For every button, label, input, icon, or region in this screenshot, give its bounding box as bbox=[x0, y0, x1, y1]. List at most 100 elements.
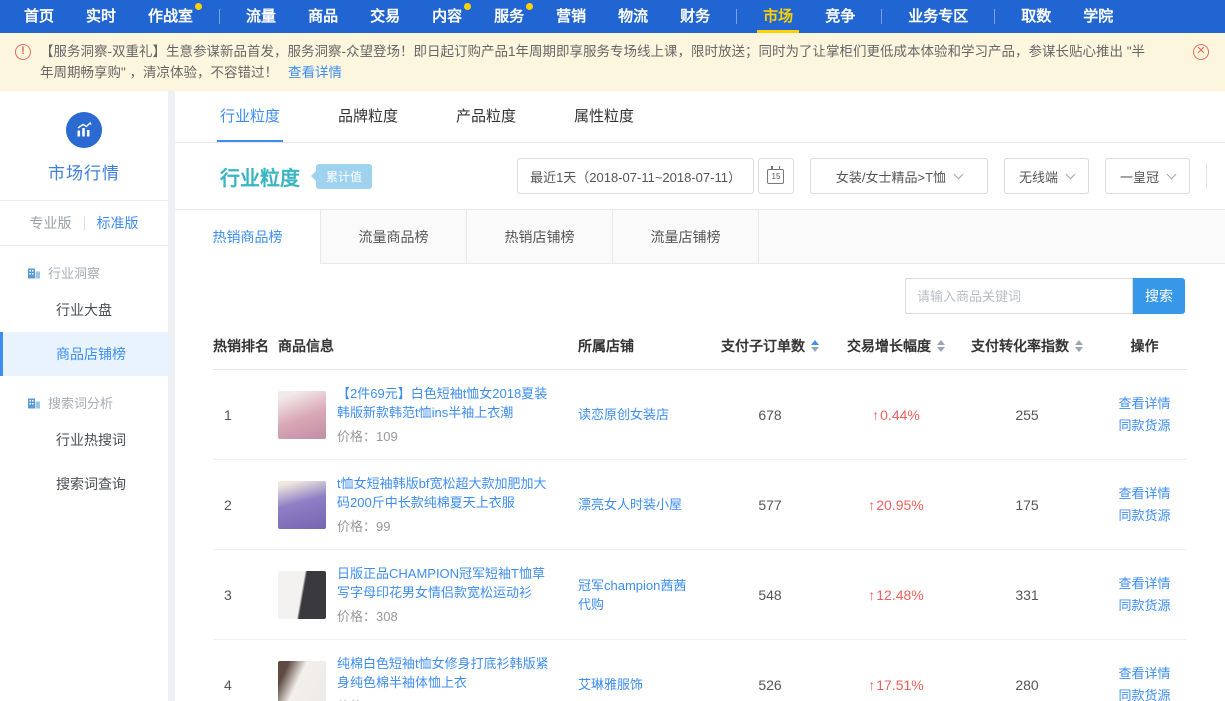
product-image[interactable] bbox=[278, 571, 326, 619]
view-detail-link[interactable]: 查看详情 bbox=[1102, 393, 1187, 415]
product-title-link[interactable]: 【2件69元】白色短袖t恤女2018夏装韩版新款韩范t恤ins半袖上衣潮 bbox=[337, 384, 553, 422]
sidebar-section-search-analysis: 搜索词分析 bbox=[0, 376, 168, 418]
tab-industry-granularity[interactable]: 行业粒度 bbox=[220, 91, 280, 142]
nav-item-home[interactable]: 首页 bbox=[8, 0, 70, 33]
warning-icon: ! bbox=[15, 44, 31, 60]
table-row: 3 日版正品CHAMPION冠军短袖T恤草写字母印花男女情侣款宽松运动衫 价格：… bbox=[213, 550, 1187, 640]
nav-item-label: 学院 bbox=[1083, 8, 1113, 25]
view-detail-link[interactable]: 查看详情 bbox=[1102, 573, 1187, 595]
table-row: 1 【2件69元】白色短袖t恤女2018夏装韩版新款韩范t恤ins半袖上衣潮 价… bbox=[213, 370, 1187, 460]
nav-item-war-room[interactable]: 作战室 bbox=[132, 0, 209, 33]
rank-value: 4 bbox=[213, 677, 278, 693]
col-header-orders[interactable]: 支付子订单数 bbox=[700, 336, 840, 356]
tab-hot-sale-shops[interactable]: 热销店铺榜 bbox=[467, 210, 613, 263]
product-image[interactable] bbox=[278, 481, 326, 529]
version-switcher: 专业版 标准版 bbox=[0, 201, 168, 246]
tab-product-granularity[interactable]: 产品粒度 bbox=[456, 91, 516, 142]
nav-item-label: 业务专区 bbox=[908, 8, 968, 25]
shop-link[interactable]: 漂亮女人时装小屋 bbox=[578, 495, 700, 514]
product-image[interactable] bbox=[278, 391, 326, 439]
sidebar-item-industry-overview[interactable]: 行业大盘 bbox=[0, 288, 168, 332]
sidebar-item-hot-search-words[interactable]: 行业热搜词 bbox=[0, 418, 168, 462]
col-header-product: 商品信息 bbox=[278, 336, 578, 356]
tab-brand-granularity[interactable]: 品牌粒度 bbox=[338, 91, 398, 142]
same-source-link[interactable]: 同款货源 bbox=[1102, 505, 1187, 527]
close-icon[interactable]: ✕ bbox=[1193, 44, 1209, 60]
nav-item-marketing[interactable]: 营销 bbox=[540, 0, 602, 33]
orders-value: 548 bbox=[700, 587, 840, 603]
tab-standard-version[interactable]: 标准版 bbox=[85, 213, 151, 233]
sort-icon[interactable] bbox=[811, 340, 819, 352]
nav-item-traffic[interactable]: 流量 bbox=[230, 0, 292, 33]
conversion-value: 280 bbox=[952, 677, 1102, 693]
col-header-growth[interactable]: 交易增长幅度 bbox=[840, 336, 952, 356]
date-range-label: 最近1天（2018-07-11~2018-07-11） bbox=[530, 167, 741, 186]
table-header: 热销排名 商品信息 所属店铺 支付子订单数 交易增长幅度 支付转化率指数 操作 bbox=[213, 326, 1187, 370]
up-arrow-icon: ↑ bbox=[868, 587, 875, 603]
notification-dot bbox=[464, 3, 471, 10]
same-source-link[interactable]: 同款货源 bbox=[1102, 595, 1187, 617]
search-input[interactable] bbox=[905, 278, 1133, 314]
nav-item-business-zone[interactable]: 业务专区 bbox=[892, 0, 984, 33]
tab-pro-version[interactable]: 专业版 bbox=[18, 213, 84, 233]
sidebar-item-label: 搜索词查询 bbox=[56, 476, 126, 492]
nav-item-realtime[interactable]: 实时 bbox=[70, 0, 132, 33]
banner-text: 【服务洞察-双重礼】生意参谋新品首发，服务洞察-众望登场！即日起订购产品1年周期… bbox=[40, 44, 1145, 80]
chevron-down-icon bbox=[1167, 169, 1177, 179]
nav-item-competition[interactable]: 竞争 bbox=[809, 0, 871, 33]
nav-item-market[interactable]: 市场 bbox=[747, 0, 809, 33]
nav-divider bbox=[994, 9, 995, 24]
orders-value: 678 bbox=[700, 407, 840, 423]
rank-value: 1 bbox=[213, 407, 278, 423]
shop-link[interactable]: 冠军champion茜茜代购 bbox=[578, 576, 700, 614]
row-actions: 查看详情 同款货源 bbox=[1102, 393, 1187, 437]
product-title-link[interactable]: t恤女短袖韩版bf宽松超大款加肥加大码200斤中长款纯棉夏天上衣服 bbox=[337, 474, 553, 512]
nav-divider bbox=[736, 9, 737, 24]
tab-hot-sale-products[interactable]: 热销商品榜 bbox=[175, 210, 321, 263]
category-dropdown[interactable]: 女装/女士精品>T恤 bbox=[810, 158, 988, 194]
sort-icon[interactable] bbox=[1075, 340, 1083, 352]
tab-attribute-granularity[interactable]: 属性粒度 bbox=[574, 91, 634, 142]
col-header-conversion[interactable]: 支付转化率指数 bbox=[952, 336, 1102, 356]
nav-item-label: 市场 bbox=[763, 8, 793, 25]
conversion-value: 255 bbox=[952, 407, 1102, 423]
nav-item-data-fetch[interactable]: 取数 bbox=[1005, 0, 1067, 33]
up-arrow-icon: ↑ bbox=[868, 677, 875, 693]
shop-level-dropdown[interactable]: 一皇冠 bbox=[1105, 158, 1190, 194]
shop-link[interactable]: 艾琳雅服饰 bbox=[578, 675, 700, 694]
shop-link[interactable]: 读恋原创女装店 bbox=[578, 405, 700, 424]
col-header-shop: 所属店铺 bbox=[578, 336, 700, 356]
sort-icon[interactable] bbox=[937, 340, 945, 352]
nav-item-content[interactable]: 内容 bbox=[416, 0, 478, 33]
nav-item-academy[interactable]: 学院 bbox=[1067, 0, 1129, 33]
nav-item-logistics[interactable]: 物流 bbox=[602, 0, 664, 33]
product-title-link[interactable]: 日版正品CHAMPION冠军短袖T恤草写字母印花男女情侣款宽松运动衫 bbox=[337, 564, 553, 602]
date-range-selector[interactable]: 最近1天（2018-07-11~2018-07-11） bbox=[517, 158, 754, 194]
view-detail-link[interactable]: 查看详情 bbox=[1102, 663, 1187, 685]
nav-item-label: 交易 bbox=[370, 8, 400, 25]
product-image[interactable] bbox=[278, 661, 326, 701]
orders-value: 577 bbox=[700, 497, 840, 513]
banner-detail-link[interactable]: 查看详情 bbox=[288, 65, 342, 80]
growth-value: ↑17.51% bbox=[840, 677, 952, 693]
building-icon bbox=[27, 266, 41, 280]
calendar-icon: 15 bbox=[767, 169, 784, 184]
nav-item-finance[interactable]: 财务 bbox=[664, 0, 726, 33]
same-source-link[interactable]: 同款货源 bbox=[1102, 415, 1187, 437]
rank-table: 热销排名 商品信息 所属店铺 支付子订单数 交易增长幅度 支付转化率指数 操作 bbox=[175, 326, 1225, 701]
same-source-link[interactable]: 同款货源 bbox=[1102, 685, 1187, 701]
nav-item-service[interactable]: 服务 bbox=[478, 0, 540, 33]
sidebar-item-search-word-query[interactable]: 搜索词查询 bbox=[0, 462, 168, 506]
calendar-button[interactable]: 15 bbox=[758, 158, 794, 194]
tab-traffic-shops[interactable]: 流量店铺榜 bbox=[613, 210, 759, 263]
nav-item-transaction[interactable]: 交易 bbox=[354, 0, 416, 33]
nav-divider bbox=[881, 9, 882, 24]
tab-traffic-products[interactable]: 流量商品榜 bbox=[321, 210, 467, 263]
view-detail-link[interactable]: 查看详情 bbox=[1102, 483, 1187, 505]
product-title-link[interactable]: 纯棉白色短袖t恤女修身打底衫韩版紧身纯色棉半袖体恤上衣 bbox=[337, 654, 553, 692]
category-label: 女装/女士精品>T恤 bbox=[836, 167, 946, 186]
terminal-dropdown[interactable]: 无线端 bbox=[1004, 158, 1089, 194]
search-button[interactable]: 搜索 bbox=[1133, 278, 1185, 314]
nav-item-product[interactable]: 商品 bbox=[292, 0, 354, 33]
sidebar-item-product-shop-rank[interactable]: 商品店铺榜 bbox=[0, 332, 168, 376]
